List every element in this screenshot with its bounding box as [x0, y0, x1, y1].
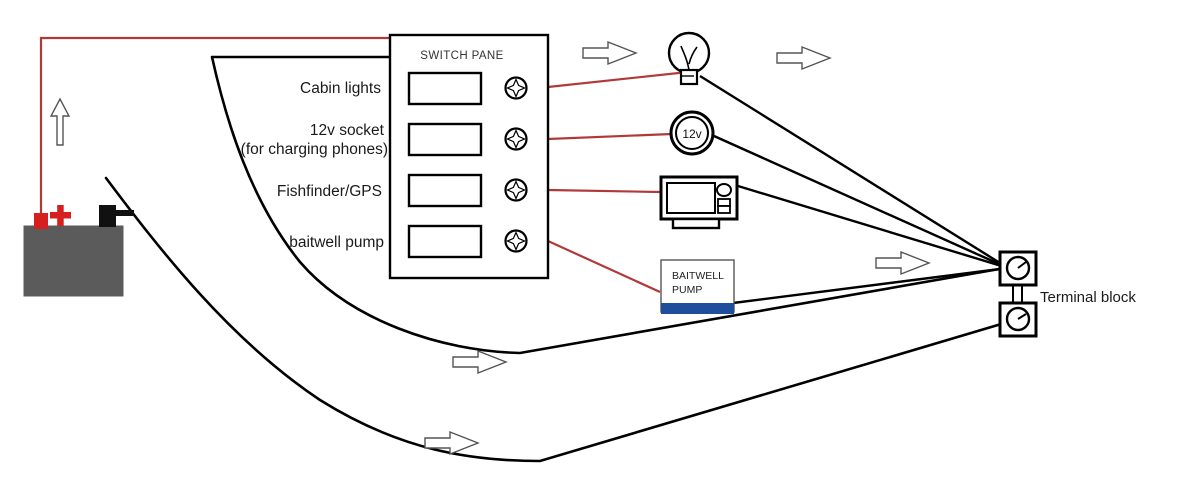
switch-labels-group: Cabin lights 12v socket (for charging ph… [241, 80, 388, 251]
return-wire-cabin-light [699, 74, 1009, 270]
chartplotter-stand-icon [671, 217, 721, 230]
return-wire-12v-socket [713, 134, 1009, 270]
switch-label-12v-socket: 12v socket [310, 122, 385, 139]
hull-lower-curve [104, 176, 1010, 463]
switch-label-cabin-lights: Cabin lights [300, 80, 381, 97]
wire-cabin-lights [547, 70, 689, 89]
wire-baitwell-pump [547, 239, 661, 294]
battery-positive-terminal [34, 213, 48, 229]
pump-label-line2: PUMP [672, 284, 702, 296]
wire-fishfinder [547, 188, 661, 194]
flow-arrow-light-to-terminal [776, 45, 832, 71]
switch-label-fishfinder: Fishfinder/GPS [277, 183, 382, 200]
terminal-block-label: Terminal block [1040, 289, 1136, 306]
switch-terminal-icon-baitwell-pump[interactable] [504, 229, 528, 253]
fishfinder-gps-device[interactable] [659, 175, 739, 230]
terminal-positive-bus[interactable] [998, 250, 1038, 287]
flow-arrow-panel-to-light [582, 40, 638, 66]
switch-label-12v-socket-sub: (for charging phones) [241, 141, 388, 158]
cabin-light-device[interactable] [667, 31, 711, 86]
flow-arrow-hull-upper [452, 349, 508, 375]
chartplotter-button-upper-icon[interactable] [717, 198, 731, 207]
chartplotter-knob-icon[interactable] [716, 183, 732, 197]
switch-rocker-12v-socket[interactable] [407, 122, 483, 157]
flow-arrow-hull-lower [424, 430, 480, 456]
switch-rocker-baitwell-pump[interactable] [407, 224, 483, 259]
return-wire-baitwell-pump [732, 266, 1009, 305]
switch-terminal-icon-fishfinder[interactable] [504, 178, 528, 202]
wiring-diagram-svg: SWITCH PANE Cabin lights 12v socket (for… [23, 31, 1136, 463]
battery [23, 205, 134, 297]
hull-upper-curve [210, 55, 1007, 355]
wiring-diagram-canvas: SWITCH PANE Cabin lights 12v socket (for… [0, 0, 1200, 501]
battery-body [23, 225, 124, 297]
switch-rocker-cabin-lights[interactable] [407, 71, 483, 106]
light-bulb-base-icon [679, 68, 699, 86]
battery-minus-sign [115, 210, 134, 216]
terminal-block[interactable]: Terminal block [998, 250, 1136, 338]
return-wire-fishfinder [737, 184, 1009, 270]
wire-12v-socket [547, 132, 673, 141]
terminal-negative-bus[interactable] [998, 301, 1038, 338]
12v-socket-device[interactable]: 12v [669, 110, 715, 156]
baitwell-pump-device[interactable]: BAITWELL PUMP [660, 259, 735, 314]
flow-arrow-pump-to-terminal [875, 250, 931, 276]
flow-arrow-battery-up [49, 97, 71, 146]
switch-panel-title: SWITCH PANE [420, 50, 503, 62]
socket-label: 12v [682, 127, 701, 141]
switch-label-baitwell-pump: baitwell pump [289, 234, 384, 251]
pump-label-line1: BAITWELL [672, 270, 724, 282]
switch-rocker-fishfinder[interactable] [407, 173, 483, 208]
return-wires-group [699, 74, 1009, 305]
switch-panel[interactable]: SWITCH PANE [388, 33, 550, 280]
pump-band-icon [661, 303, 734, 314]
chartplotter-button-lower-icon[interactable] [717, 205, 731, 214]
switch-terminal-icon-12v-socket[interactable] [504, 127, 528, 151]
switch-terminal-icon-cabin-lights[interactable] [504, 76, 528, 100]
chartplotter-screen-icon [666, 182, 716, 214]
battery-plus-sign [50, 205, 71, 226]
hull-outline-group [104, 55, 1010, 463]
battery-negative-terminal [99, 205, 116, 227]
